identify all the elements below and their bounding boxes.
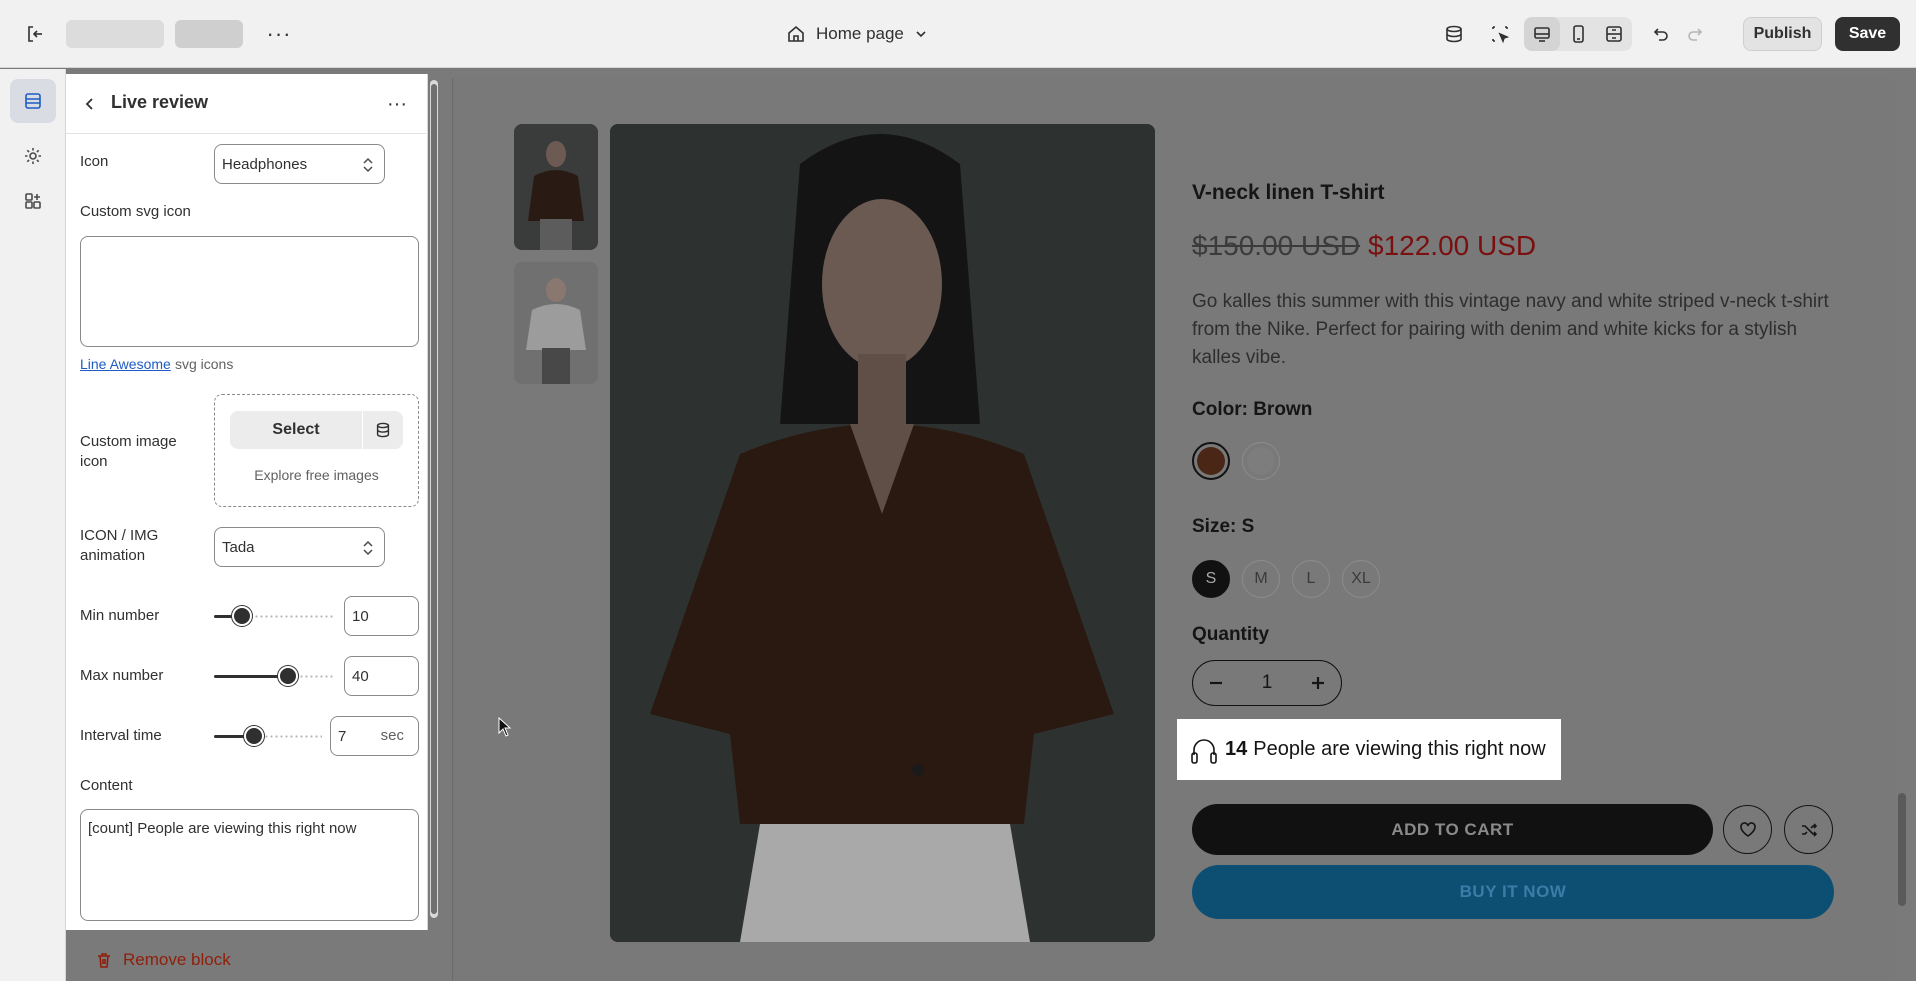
- theme-settings-gear-icon[interactable]: [10, 134, 56, 178]
- image-picker: Select Explore free images: [214, 394, 419, 507]
- content-textarea[interactable]: [count] People are viewing this right no…: [80, 809, 419, 921]
- slider-thumb[interactable]: [232, 606, 252, 626]
- panel-more-icon[interactable]: ···: [381, 89, 413, 119]
- color-swatch-white[interactable]: [1242, 442, 1280, 480]
- min-number-slider[interactable]: [214, 606, 334, 626]
- plus-icon[interactable]: [1309, 674, 1327, 692]
- interval-time-slider[interactable]: [214, 726, 322, 746]
- left-rail: [0, 69, 66, 981]
- max-number-input[interactable]: 40: [344, 656, 419, 696]
- color-label: Color: Brown: [1192, 399, 1313, 420]
- animation-select[interactable]: Tada: [214, 527, 385, 567]
- live-view-count: 14: [1225, 738, 1248, 760]
- size-label: Size: S: [1192, 516, 1255, 537]
- line-awesome-suffix: svg icons: [174, 356, 234, 372]
- mobile-view-icon[interactable]: [1560, 17, 1596, 51]
- content-label: Content: [80, 777, 133, 794]
- trash-icon: [98, 953, 110, 968]
- max-number-slider[interactable]: [214, 666, 334, 686]
- publish-button[interactable]: Publish: [1743, 17, 1822, 51]
- headphones-icon: [1191, 738, 1217, 764]
- size-option-s[interactable]: S: [1192, 560, 1230, 598]
- store-database-icon[interactable]: [1436, 17, 1472, 51]
- icon-select-value: Headphones: [222, 155, 308, 173]
- panel-title: Live review: [111, 92, 209, 112]
- live-view-counter: 14 People are viewing this right now: [1177, 719, 1561, 780]
- quantity-stepper: 1: [1192, 660, 1342, 706]
- buy-it-now-button[interactable]: BUY IT NOW: [1192, 865, 1834, 919]
- color-swatch-brown[interactable]: [1192, 442, 1230, 480]
- remove-block-button[interactable]: Remove block: [95, 950, 231, 970]
- product-thumbnail-1[interactable]: [514, 124, 598, 250]
- custom-image-label: Custom image icon: [80, 433, 177, 470]
- add-to-cart-button[interactable]: ADD TO CART: [1192, 804, 1713, 855]
- min-number-label: Min number: [80, 607, 160, 624]
- max-number-label: Max number: [80, 667, 164, 684]
- animation-label: ICON / IMG animation: [80, 527, 159, 564]
- compare-shuffle-icon[interactable]: [1784, 805, 1833, 854]
- compare-at-price: $150.00 USD: [1192, 230, 1361, 261]
- preview-scrollbar[interactable]: [1898, 793, 1906, 906]
- panel-scrollbar-thumb[interactable]: [431, 84, 437, 914]
- size-option-xl[interactable]: XL: [1342, 560, 1380, 598]
- minus-icon[interactable]: [1207, 674, 1225, 692]
- product-main-image[interactable]: [610, 124, 1155, 942]
- quantity-value[interactable]: 1: [1262, 672, 1273, 694]
- exit-icon[interactable]: [18, 18, 52, 50]
- sale-price: $122.00 USD: [1368, 230, 1537, 261]
- interval-time-input[interactable]: 7 sec: [330, 716, 419, 756]
- panel-header: Live review ···: [66, 74, 428, 134]
- wishlist-heart-icon[interactable]: [1723, 805, 1772, 854]
- quantity-label: Quantity: [1192, 624, 1270, 645]
- app-embeds-icon[interactable]: [10, 179, 56, 223]
- animation-select-value: Tada: [222, 538, 255, 556]
- line-awesome-help: Line Awesome svg icons: [80, 354, 233, 375]
- block-settings-panel: Live review ··· Icon Headphones Custom s…: [66, 74, 428, 930]
- interval-time-label: Interval time: [80, 727, 162, 744]
- explore-free-images-link[interactable]: Explore free images: [215, 467, 418, 483]
- min-number-input[interactable]: 10: [344, 596, 419, 636]
- interval-time-value: 7: [338, 727, 347, 745]
- select-image-button[interactable]: Select: [230, 411, 362, 449]
- size-option-m[interactable]: M: [1242, 560, 1280, 598]
- undo-icon[interactable]: [1642, 17, 1678, 51]
- select-chevrons-icon: [363, 157, 373, 173]
- remove-block-label: Remove block: [123, 950, 231, 969]
- product-description: Go kalles this summer with this vintage …: [1192, 291, 1829, 368]
- mouse-cursor-icon: [498, 717, 512, 737]
- slider-thumb[interactable]: [278, 666, 298, 686]
- select-chevrons-icon: [363, 540, 373, 556]
- inspector-select-icon[interactable]: [1482, 17, 1518, 51]
- product-thumbnail-2[interactable]: [514, 262, 598, 384]
- theme-status-placeholder[interactable]: [175, 20, 243, 48]
- page-selector[interactable]: Home page: [786, 17, 928, 51]
- theme-name-placeholder[interactable]: [66, 20, 164, 48]
- live-view-text: People are viewing this right now: [1253, 738, 1546, 760]
- icon-label: Icon: [80, 153, 109, 170]
- redo-icon[interactable]: [1678, 17, 1714, 51]
- desktop-view-icon[interactable]: [1524, 17, 1560, 51]
- media-library-icon[interactable]: [363, 411, 403, 449]
- home-icon: [788, 25, 804, 42]
- viewport-toggle-group: [1524, 17, 1632, 51]
- fullscreen-view-icon[interactable]: [1596, 17, 1632, 51]
- chevron-down-icon: [916, 31, 926, 38]
- custom-svg-label: Custom svg icon: [80, 203, 191, 220]
- interval-time-unit: sec: [380, 727, 404, 744]
- icon-select[interactable]: Headphones: [214, 144, 385, 184]
- custom-svg-textarea[interactable]: [80, 236, 419, 347]
- top-bar: ··· Home page Publish Save: [0, 0, 1916, 68]
- back-arrow-icon[interactable]: [76, 89, 104, 119]
- size-option-l[interactable]: L: [1292, 560, 1330, 598]
- save-button[interactable]: Save: [1835, 17, 1900, 51]
- page-selector-label: Home page: [816, 24, 904, 43]
- sections-icon[interactable]: [10, 79, 56, 123]
- line-awesome-link[interactable]: Line Awesome: [80, 356, 171, 372]
- more-options-icon[interactable]: ···: [262, 18, 296, 50]
- product-title: V-neck linen T-shirt: [1192, 181, 1385, 204]
- slider-thumb[interactable]: [243, 726, 264, 746]
